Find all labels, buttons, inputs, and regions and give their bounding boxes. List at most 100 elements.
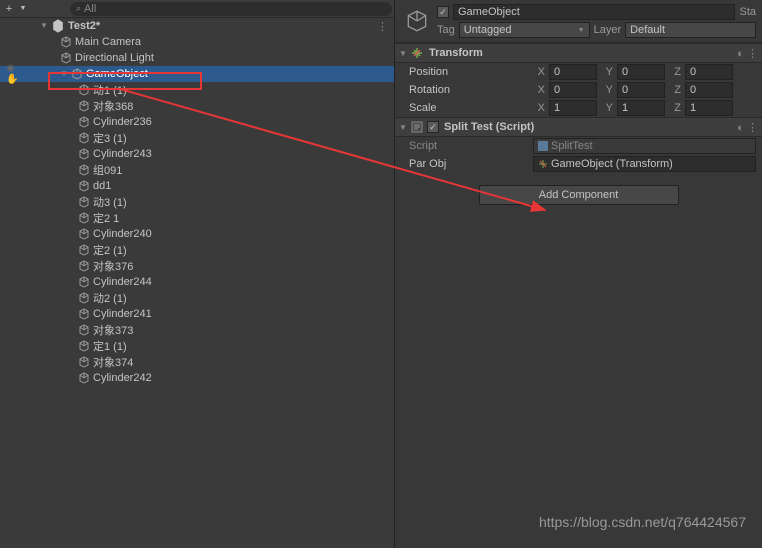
cube-icon bbox=[60, 52, 72, 64]
component-menu[interactable]: ◐ ⋮ bbox=[737, 121, 758, 134]
x-field[interactable] bbox=[549, 82, 597, 98]
foldout-icon[interactable]: ▼ bbox=[40, 21, 50, 31]
item-label: 定3 (1) bbox=[93, 130, 127, 146]
cube-icon bbox=[78, 276, 90, 288]
scene-name: Test2* bbox=[68, 20, 100, 32]
gameobject-icon[interactable] bbox=[401, 5, 433, 37]
add-component-button[interactable]: Add Component bbox=[479, 185, 679, 205]
hierarchy-tree[interactable]: ▼ Test2* ⋮ Main CameraDirectional Light◉… bbox=[0, 18, 394, 548]
cube-icon bbox=[78, 196, 90, 208]
foldout-icon[interactable]: ▼ bbox=[399, 123, 407, 132]
script-icon bbox=[410, 120, 424, 134]
hierarchy-item[interactable]: Cylinder243 bbox=[0, 146, 394, 162]
inspector-header: ✓ Sta Tag Untagged ▼ Layer Default bbox=[395, 0, 762, 43]
hierarchy-item[interactable]: 对象376 bbox=[0, 258, 394, 274]
script-file-icon bbox=[538, 141, 548, 151]
foldout-icon[interactable]: ▼ bbox=[60, 69, 70, 79]
cube-icon bbox=[78, 340, 90, 352]
x-label: X bbox=[533, 102, 545, 114]
hierarchy-item[interactable]: 对象374 bbox=[0, 354, 394, 370]
cube-icon bbox=[78, 308, 90, 320]
create-button[interactable]: + bbox=[2, 2, 16, 16]
hierarchy-item[interactable]: Cylinder242 bbox=[0, 370, 394, 386]
y-field[interactable] bbox=[617, 64, 665, 80]
script-component-title: Split Test (Script) bbox=[444, 121, 734, 133]
scene-row[interactable]: ▼ Test2* ⋮ bbox=[0, 18, 394, 34]
active-checkbox[interactable]: ✓ bbox=[437, 6, 449, 18]
transform-property-row: RotationXYZ bbox=[395, 81, 762, 99]
search-input[interactable]: ⌕ All bbox=[70, 2, 392, 16]
unity-icon bbox=[51, 19, 65, 33]
chevron-down-icon: ▼ bbox=[578, 27, 585, 34]
hierarchy-item[interactable]: 动2 (1) bbox=[0, 290, 394, 306]
layer-dropdown[interactable]: Default bbox=[625, 22, 756, 38]
cube-icon bbox=[78, 212, 90, 224]
z-label: Z bbox=[669, 66, 681, 78]
cube-icon bbox=[78, 372, 90, 384]
script-property-row: Script SplitTest bbox=[395, 137, 762, 155]
x-label: X bbox=[533, 84, 545, 96]
script-label: Script bbox=[409, 140, 529, 152]
component-enabled-checkbox[interactable]: ✓ bbox=[427, 121, 439, 133]
hierarchy-item[interactable]: 对象368 bbox=[0, 98, 394, 114]
hierarchy-item[interactable]: 定2 (1) bbox=[0, 242, 394, 258]
menu-icon[interactable]: ⋮ bbox=[377, 20, 388, 33]
x-field[interactable] bbox=[549, 64, 597, 80]
hierarchy-panel: + ▼ ⌕ All ▼ Test2* ⋮ Main CameraDirectio… bbox=[0, 0, 395, 548]
property-label: Scale bbox=[409, 102, 529, 114]
hierarchy-item[interactable]: 动3 (1) bbox=[0, 194, 394, 210]
visibility-toggle[interactable]: ◉ ✋ bbox=[6, 63, 26, 85]
hierarchy-item[interactable]: 定3 (1) bbox=[0, 130, 394, 146]
create-dropdown[interactable]: ▼ bbox=[16, 2, 30, 16]
object-name-field[interactable] bbox=[453, 4, 735, 20]
hierarchy-item[interactable]: 定2 1 bbox=[0, 210, 394, 226]
component-menu[interactable]: ◐ ⋮ bbox=[737, 47, 758, 60]
item-label: Cylinder244 bbox=[93, 276, 152, 288]
z-field[interactable] bbox=[685, 64, 733, 80]
y-field[interactable] bbox=[617, 82, 665, 98]
tag-dropdown[interactable]: Untagged ▼ bbox=[459, 22, 590, 38]
transform-component-header[interactable]: ▼ Transform ◐ ⋮ bbox=[395, 43, 762, 63]
hierarchy-item[interactable]: Cylinder244 bbox=[0, 274, 394, 290]
hierarchy-item[interactable]: ◉ ✋▼GameObject bbox=[0, 66, 394, 82]
foldout-icon[interactable]: ▼ bbox=[399, 49, 407, 58]
cube-icon bbox=[78, 132, 90, 144]
item-label: 动2 (1) bbox=[93, 290, 127, 306]
hierarchy-item[interactable]: 对象373 bbox=[0, 322, 394, 338]
hierarchy-item[interactable]: 组091 bbox=[0, 162, 394, 178]
y-field[interactable] bbox=[617, 100, 665, 116]
item-label: 定1 (1) bbox=[93, 338, 127, 354]
script-field: SplitTest bbox=[533, 138, 756, 154]
hierarchy-item[interactable]: dd1 bbox=[0, 178, 394, 194]
cube-icon bbox=[60, 36, 72, 48]
item-label: 定2 (1) bbox=[93, 242, 127, 258]
hierarchy-item[interactable]: 定1 (1) bbox=[0, 338, 394, 354]
hierarchy-item[interactable]: 动1 (1) bbox=[0, 82, 394, 98]
hierarchy-item[interactable]: Main Camera bbox=[0, 34, 394, 50]
cube-icon bbox=[78, 244, 90, 256]
cube-icon bbox=[78, 180, 90, 192]
item-label: 对象376 bbox=[93, 258, 133, 274]
x-field[interactable] bbox=[549, 100, 597, 116]
z-field[interactable] bbox=[685, 100, 733, 116]
transform-icon bbox=[410, 46, 424, 60]
property-label: Position bbox=[409, 66, 529, 78]
item-label: Cylinder242 bbox=[93, 372, 152, 384]
z-label: Z bbox=[669, 84, 681, 96]
inspector-panel: ✓ Sta Tag Untagged ▼ Layer Default bbox=[395, 0, 762, 548]
item-label: 动3 (1) bbox=[93, 194, 127, 210]
z-field[interactable] bbox=[685, 82, 733, 98]
hierarchy-item[interactable]: Cylinder241 bbox=[0, 306, 394, 322]
hierarchy-item[interactable]: Directional Light bbox=[0, 50, 394, 66]
parobj-field[interactable]: GameObject (Transform) bbox=[533, 156, 756, 172]
hierarchy-item[interactable]: Cylinder236 bbox=[0, 114, 394, 130]
parobj-label: Par Obj bbox=[409, 158, 529, 170]
script-component-header[interactable]: ▼ ✓ Split Test (Script) ◐ ⋮ bbox=[395, 117, 762, 137]
item-label: 动1 (1) bbox=[93, 82, 127, 98]
z-label: Z bbox=[669, 102, 681, 114]
cube-icon bbox=[78, 324, 90, 336]
hierarchy-item[interactable]: Cylinder240 bbox=[0, 226, 394, 242]
cube-icon bbox=[78, 164, 90, 176]
tag-label: Tag bbox=[437, 24, 455, 36]
item-label: Cylinder241 bbox=[93, 308, 152, 320]
